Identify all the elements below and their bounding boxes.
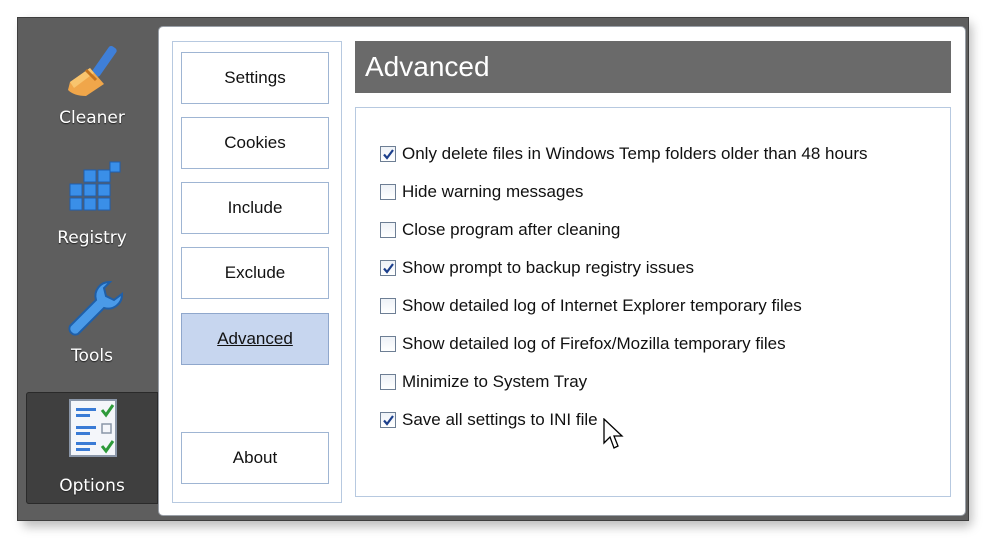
checkmark-icon bbox=[383, 263, 394, 274]
option-hide-warnings[interactable]: Hide warning messages bbox=[380, 180, 583, 204]
sidebar-item-cleaner[interactable]: Cleaner bbox=[26, 36, 158, 146]
option-label: Show prompt to backup registry issues bbox=[402, 258, 694, 277]
sidebar-nav: Cleaner Registry Tools Options bbox=[18, 18, 158, 520]
tab-advanced[interactable]: Advanced bbox=[181, 313, 329, 365]
checklist-icon bbox=[69, 399, 117, 457]
app-window: Cleaner Registry Tools Options Settings … bbox=[17, 17, 969, 521]
sidebar-item-tools[interactable]: Tools bbox=[26, 274, 158, 384]
options-subnav: Settings Cookies Include Exclude Advance… bbox=[172, 41, 342, 503]
sidebar-item-label: Registry bbox=[57, 228, 127, 248]
option-save-ini[interactable]: Save all settings to INI file bbox=[380, 408, 598, 432]
wrench-icon bbox=[68, 280, 124, 336]
checkbox[interactable] bbox=[380, 412, 396, 428]
option-delete-temp-older-48h[interactable]: Only delete files in Windows Temp folder… bbox=[380, 142, 868, 166]
registry-cubes-icon bbox=[69, 161, 121, 211]
checkbox[interactable] bbox=[380, 374, 396, 390]
checkbox[interactable] bbox=[380, 260, 396, 276]
sidebar-item-label: Options bbox=[59, 476, 125, 496]
checkbox[interactable] bbox=[380, 184, 396, 200]
option-backup-registry-prompt[interactable]: Show prompt to backup registry issues bbox=[380, 256, 694, 280]
options-panel: Settings Cookies Include Exclude Advance… bbox=[158, 26, 966, 516]
option-label: Save all settings to INI file bbox=[402, 410, 598, 429]
option-label: Hide warning messages bbox=[402, 182, 584, 201]
broom-icon bbox=[68, 45, 117, 96]
tab-settings[interactable]: Settings bbox=[181, 52, 329, 104]
option-minimize-to-tray[interactable]: Minimize to System Tray bbox=[380, 370, 587, 394]
tab-cookies[interactable]: Cookies bbox=[181, 117, 329, 169]
checkbox[interactable] bbox=[380, 336, 396, 352]
option-close-after-cleaning[interactable]: Close program after cleaning bbox=[380, 218, 620, 242]
checkbox[interactable] bbox=[380, 222, 396, 238]
checkbox[interactable] bbox=[380, 298, 396, 314]
advanced-options-box: Only delete files in Windows Temp folder… bbox=[355, 107, 951, 497]
option-label: Only delete files in Windows Temp folder… bbox=[402, 144, 868, 163]
tab-include[interactable]: Include bbox=[181, 182, 329, 234]
page-title: Advanced bbox=[355, 41, 951, 93]
option-label: Show detailed log of Internet Explorer t… bbox=[402, 296, 802, 315]
option-label: Show detailed log of Firefox/Mozilla tem… bbox=[402, 334, 786, 353]
checkbox[interactable] bbox=[380, 146, 396, 162]
option-label: Minimize to System Tray bbox=[402, 372, 588, 391]
checkmark-icon bbox=[383, 149, 394, 160]
sidebar-item-registry[interactable]: Registry bbox=[26, 156, 158, 266]
mouse-cursor-icon bbox=[603, 418, 624, 449]
sidebar-item-label: Tools bbox=[71, 346, 113, 366]
option-ie-detailed-log[interactable]: Show detailed log of Internet Explorer t… bbox=[380, 294, 802, 318]
tab-about[interactable]: About bbox=[181, 432, 329, 484]
option-label: Close program after cleaning bbox=[402, 220, 621, 239]
sidebar-item-options[interactable]: Options bbox=[26, 392, 158, 504]
option-firefox-detailed-log[interactable]: Show detailed log of Firefox/Mozilla tem… bbox=[380, 332, 786, 356]
tab-exclude[interactable]: Exclude bbox=[181, 247, 329, 299]
checkmark-icon bbox=[383, 415, 394, 426]
sidebar-item-label: Cleaner bbox=[59, 108, 125, 128]
